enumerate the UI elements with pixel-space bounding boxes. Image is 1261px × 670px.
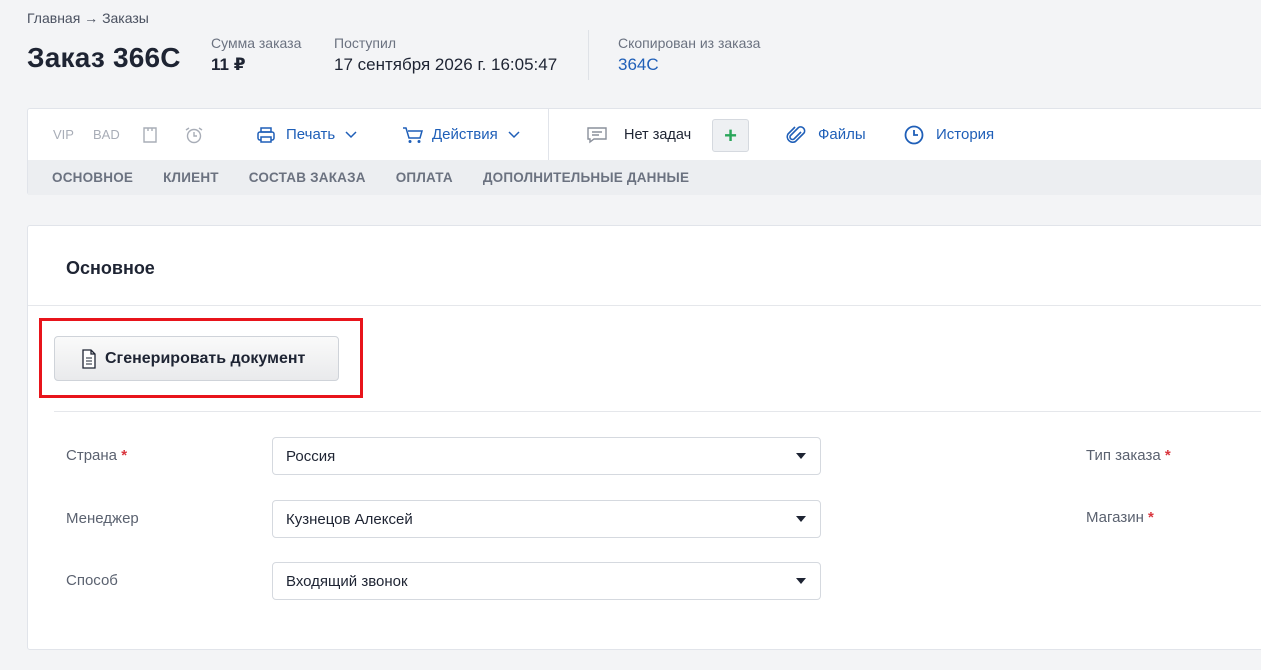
comment-icon bbox=[586, 126, 608, 144]
alarm-icon[interactable] bbox=[183, 109, 205, 160]
generate-document-label: Сгенерировать документ bbox=[105, 349, 306, 367]
required-mark: * bbox=[1164, 447, 1171, 464]
actions-label: Действия bbox=[432, 126, 498, 143]
divider bbox=[28, 305, 1261, 306]
order-received-label: Поступил bbox=[334, 35, 396, 51]
tab-client[interactable]: КЛИЕНТ bbox=[163, 170, 219, 185]
print-label: Печать bbox=[286, 126, 336, 143]
toolbar: VIP BAD Печать Действия Нет задач + Файл… bbox=[28, 109, 1261, 160]
divider bbox=[54, 411, 1261, 412]
tab-payment[interactable]: ОПЛАТА bbox=[396, 170, 453, 185]
order-tabs: ОСНОВНОЕ КЛИЕНТ СОСТАВ ЗАКАЗА ОПЛАТА ДОП… bbox=[28, 160, 1261, 195]
printer-icon bbox=[256, 126, 276, 144]
caret-down-icon bbox=[796, 453, 806, 459]
flag-icon[interactable] bbox=[141, 109, 159, 160]
tab-main[interactable]: ОСНОВНОЕ bbox=[52, 170, 133, 185]
country-select[interactable]: Россия bbox=[272, 437, 821, 475]
order-received: Поступил 17 сентября 2026 г. 16:05:47 bbox=[334, 35, 557, 75]
clock-icon bbox=[904, 125, 924, 145]
caret-down-icon bbox=[796, 516, 806, 522]
cart-icon bbox=[402, 126, 424, 144]
copied-order-link[interactable]: 364С bbox=[618, 55, 760, 75]
tab-order-items[interactable]: СОСТАВ ЗАКАЗА bbox=[249, 170, 366, 185]
order-sum: Сумма заказа 11 ₽ bbox=[211, 35, 301, 75]
tasks-button[interactable]: Нет задач bbox=[586, 109, 691, 160]
chevron-down-icon bbox=[345, 130, 357, 139]
files-button[interactable]: Файлы bbox=[786, 109, 866, 160]
add-task-button[interactable]: + bbox=[712, 119, 749, 152]
plus-icon: + bbox=[724, 122, 737, 148]
tab-additional[interactable]: ДОПОЛНИТЕЛЬНЫЕ ДАННЫЕ bbox=[483, 170, 689, 185]
order-copied-label: Скопирован из заказа bbox=[618, 35, 761, 51]
section-title: Основное bbox=[66, 258, 155, 278]
order-received-value: 17 сентября 2026 г. 16:05:47 bbox=[334, 55, 558, 74]
print-button[interactable]: Печать bbox=[256, 109, 357, 160]
main-section-card: Основное Сгенерировать документ Страна *… bbox=[27, 225, 1261, 650]
paperclip-icon bbox=[786, 124, 806, 146]
history-label: История bbox=[936, 126, 995, 143]
vip-toggle[interactable]: VIP bbox=[53, 109, 74, 160]
page-title: Заказ 366С bbox=[27, 42, 181, 73]
country-value: Россия bbox=[286, 447, 336, 465]
generate-document-button[interactable]: Сгенерировать документ bbox=[54, 336, 339, 381]
toolbar-card: VIP BAD Печать Действия Нет задач + Файл… bbox=[27, 108, 1261, 195]
files-label: Файлы bbox=[818, 126, 866, 143]
order-sum-label: Сумма заказа bbox=[211, 35, 302, 51]
order-sum-value: 11 ₽ bbox=[211, 55, 246, 74]
method-label: Способ bbox=[66, 572, 118, 589]
meta-divider bbox=[588, 30, 589, 80]
manager-select[interactable]: Кузнецов Алексей bbox=[272, 500, 821, 538]
order-copied: Скопирован из заказа 364С bbox=[618, 35, 760, 75]
history-button[interactable]: История bbox=[904, 109, 994, 160]
breadcrumb[interactable]: Главная → Заказы bbox=[27, 10, 149, 26]
document-icon bbox=[81, 348, 105, 369]
method-value: Входящий звонок bbox=[286, 572, 408, 590]
caret-down-icon bbox=[796, 578, 806, 584]
required-mark: * bbox=[121, 447, 128, 464]
manager-value: Кузнецов Алексей bbox=[286, 510, 413, 528]
store-label: Магазин * bbox=[1086, 509, 1154, 526]
manager-label: Менеджер bbox=[66, 510, 139, 527]
country-label: Страна * bbox=[66, 447, 128, 464]
required-mark: * bbox=[1148, 509, 1154, 526]
order-type-label: Тип заказа * bbox=[1086, 447, 1171, 464]
tasks-label: Нет задач bbox=[624, 126, 692, 143]
actions-button[interactable]: Действия bbox=[402, 109, 520, 160]
bad-toggle[interactable]: BAD bbox=[93, 109, 120, 160]
chevron-down-icon bbox=[508, 130, 520, 139]
toolbar-divider bbox=[548, 109, 549, 160]
method-select[interactable]: Входящий звонок bbox=[272, 562, 821, 600]
